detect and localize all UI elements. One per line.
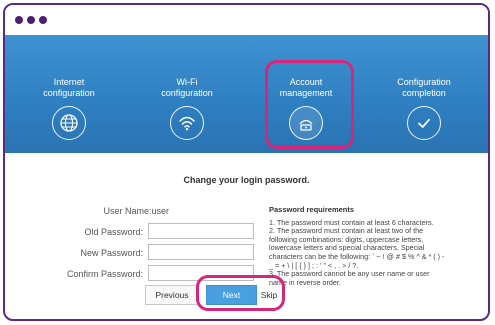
window-dot (39, 16, 47, 24)
step-internet-configuration: Internet configuration (21, 77, 117, 99)
next-button[interactable]: Next (206, 285, 257, 305)
step-wifi-configuration: Wi-Fi configuration (139, 77, 235, 99)
step-label-line1: Wi-Fi (176, 77, 198, 87)
step-label-line2: configuration (161, 88, 213, 98)
requirements-title: Password requirements (269, 205, 355, 214)
password-requirements: Password requirements 1. The password mu… (269, 205, 449, 287)
previous-button[interactable]: Previous (145, 285, 199, 305)
globe-icon (52, 106, 86, 140)
step-configuration-completion: Configuration completion (376, 77, 472, 99)
window-frame: Internet configuration Wi-Fi configurati… (3, 3, 490, 321)
check-icon (407, 106, 441, 140)
window-titlebar (5, 5, 488, 35)
skip-button[interactable]: Skip (258, 285, 280, 305)
old-password-label: Old Password: (84, 227, 143, 237)
step-label-line1: Internet (53, 77, 85, 87)
account-management-highlight (265, 60, 354, 149)
confirm-password-label: Confirm Password: (66, 269, 143, 279)
user-name-row: User Name:user (45, 206, 169, 216)
requirement-item: 3. The password cannot be any user name … (269, 269, 430, 287)
window-dot (15, 16, 23, 24)
page-title: Change your login password. (183, 175, 310, 185)
step-label-line2: configuration (43, 88, 95, 98)
user-name-label: User Name: (103, 206, 152, 216)
wifi-icon (170, 106, 204, 140)
old-password-field[interactable] (148, 223, 254, 239)
new-password-field[interactable] (148, 244, 254, 260)
setup-steps-banner: Internet configuration Wi-Fi configurati… (5, 35, 488, 153)
step-label-line2: completion (402, 88, 446, 98)
step-label-line1: Configuration (397, 77, 451, 87)
new-password-label: New Password: (80, 248, 143, 258)
user-name-value: user (151, 206, 169, 216)
window-dot (27, 16, 35, 24)
requirement-item: 2. The password must contain at least tw… (269, 226, 445, 270)
